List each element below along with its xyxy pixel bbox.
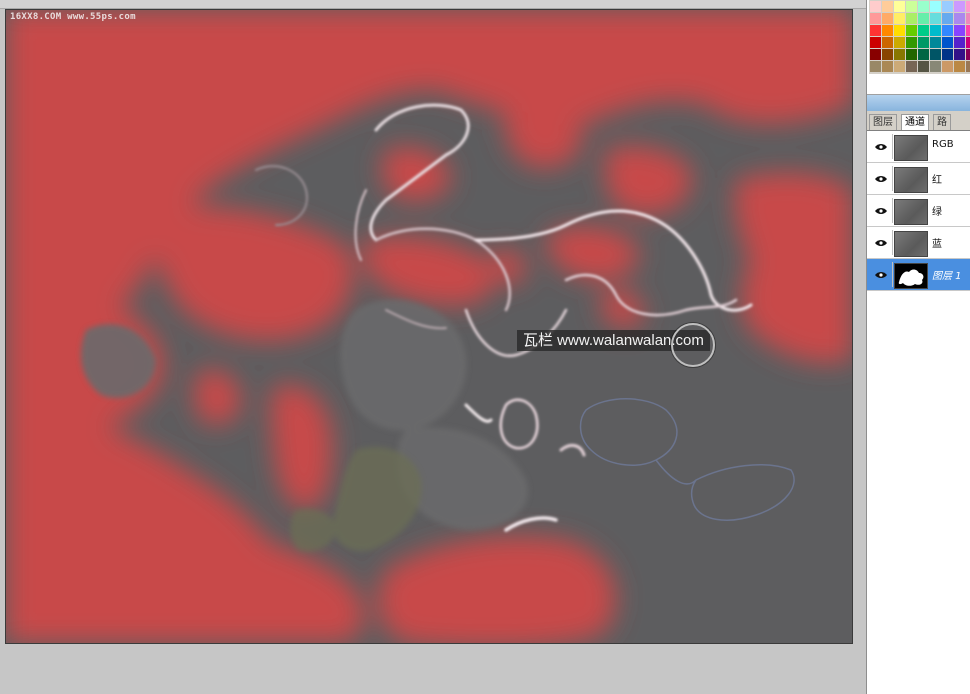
color-swatch[interactable] (870, 37, 881, 48)
color-swatch[interactable] (930, 1, 941, 12)
channel-thumbnail (894, 199, 928, 225)
color-swatch[interactable] (894, 1, 905, 12)
image-canvas[interactable]: 16XX8.COM www.55ps.com 瓦栏 www.walanwalan… (5, 9, 853, 644)
right-panel-dock: 图层 通道 路 RGB 红绿蓝图层 1 (866, 0, 970, 694)
color-swatch[interactable] (930, 25, 941, 36)
color-swatch[interactable] (906, 25, 917, 36)
color-swatch[interactable] (882, 49, 893, 60)
color-swatch[interactable] (906, 37, 917, 48)
document-workspace: 16XX8.COM www.55ps.com 瓦栏 www.walanwalan… (0, 0, 866, 694)
color-swatch[interactable] (966, 1, 970, 12)
eye-icon[interactable] (870, 262, 893, 287)
color-swatch[interactable] (906, 49, 917, 60)
color-swatch[interactable] (906, 1, 917, 12)
color-swatch[interactable] (918, 13, 929, 24)
color-swatch[interactable] (954, 49, 965, 60)
channel-row[interactable]: 红 (867, 163, 970, 195)
color-swatch[interactable] (954, 25, 965, 36)
color-swatch[interactable] (882, 61, 893, 72)
channel-thumbnail (894, 135, 928, 161)
color-swatch[interactable] (870, 13, 881, 24)
channel-row[interactable]: 蓝 (867, 227, 970, 259)
channel-name: 图层 1 (932, 271, 962, 282)
color-swatch[interactable] (930, 61, 941, 72)
color-swatch[interactable] (966, 61, 970, 72)
color-swatch[interactable] (894, 25, 905, 36)
channel-name: 蓝 (932, 239, 942, 250)
channels-panel-titlebar[interactable] (867, 95, 970, 111)
source-watermark: 16XX8.COM www.55ps.com (10, 12, 136, 22)
channel-row[interactable]: 绿 (867, 195, 970, 227)
color-swatch[interactable] (894, 49, 905, 60)
color-swatch[interactable] (894, 13, 905, 24)
brush-cursor-icon (671, 323, 715, 367)
eye-icon[interactable] (870, 198, 893, 223)
eye-icon[interactable] (870, 134, 893, 159)
channel-list: RGB 红绿蓝图层 1 (867, 131, 970, 291)
channel-thumbnail (894, 231, 928, 257)
color-swatch[interactable] (930, 37, 941, 48)
color-swatch[interactable] (930, 49, 941, 60)
color-swatch[interactable] (954, 61, 965, 72)
color-swatch[interactable] (870, 25, 881, 36)
color-swatch[interactable] (942, 1, 953, 12)
color-swatch[interactable] (918, 37, 929, 48)
channel-thumbnail (894, 263, 928, 289)
color-swatch[interactable] (942, 61, 953, 72)
color-swatch[interactable] (918, 61, 929, 72)
color-swatch[interactable] (954, 13, 965, 24)
color-swatch[interactable] (870, 1, 881, 12)
color-swatch[interactable] (966, 25, 970, 36)
panel-tab-strip: 图层 通道 路 (867, 111, 970, 131)
color-swatch[interactable] (942, 49, 953, 60)
color-swatch[interactable] (942, 13, 953, 24)
color-swatch[interactable] (882, 13, 893, 24)
color-swatch[interactable] (966, 49, 970, 60)
channel-thumbnail (894, 167, 928, 193)
color-swatch[interactable] (942, 25, 953, 36)
color-swatch[interactable] (930, 13, 941, 24)
color-swatch[interactable] (918, 1, 929, 12)
swatches-palette (869, 0, 970, 74)
document-window-titlebar (0, 0, 866, 9)
color-swatch[interactable] (954, 37, 965, 48)
color-swatch[interactable] (966, 13, 970, 24)
channel-name: 绿 (932, 207, 942, 218)
channel-row[interactable]: RGB (867, 131, 970, 163)
color-swatch[interactable] (954, 1, 965, 12)
channel-name: 红 (932, 175, 942, 186)
color-swatch[interactable] (882, 1, 893, 12)
color-swatch[interactable] (882, 25, 893, 36)
eye-icon[interactable] (870, 230, 893, 255)
tab-paths[interactable]: 路 (933, 114, 951, 130)
color-swatch[interactable] (942, 37, 953, 48)
color-swatch[interactable] (894, 37, 905, 48)
color-swatch[interactable] (918, 25, 929, 36)
color-swatch[interactable] (918, 49, 929, 60)
color-swatch[interactable] (870, 49, 881, 60)
color-swatch[interactable] (894, 61, 905, 72)
channel-name: RGB (932, 139, 954, 150)
tab-channels[interactable]: 通道 (901, 114, 929, 130)
color-swatch[interactable] (882, 37, 893, 48)
eye-icon[interactable] (870, 166, 893, 191)
color-swatch[interactable] (870, 61, 881, 72)
tab-layers[interactable]: 图层 (869, 114, 897, 130)
color-swatch[interactable] (966, 37, 970, 48)
panel-separator (867, 74, 970, 95)
color-swatch[interactable] (906, 61, 917, 72)
color-swatch[interactable] (906, 13, 917, 24)
channel-row[interactable]: 图层 1 (867, 259, 970, 291)
canvas-artwork (6, 10, 852, 643)
